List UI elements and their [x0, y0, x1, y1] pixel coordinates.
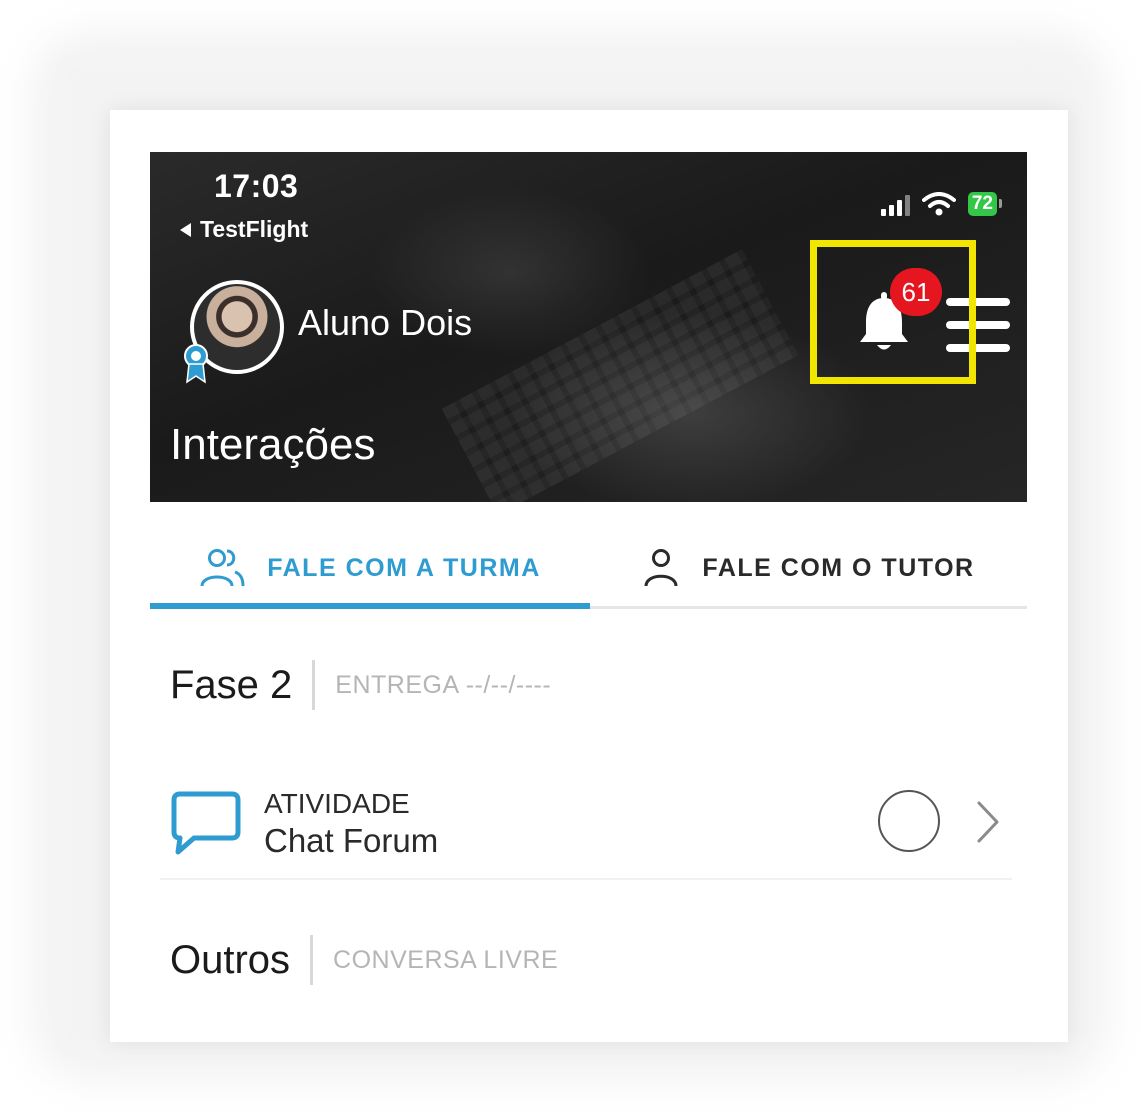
- page-title: Interações: [170, 420, 376, 469]
- chevron-right-icon: [977, 801, 999, 843]
- section-subtitle: CONVERSA LIVRE: [333, 945, 559, 974]
- section-header-fase-2: Fase 2 ENTREGA --/--/----: [170, 660, 551, 710]
- activity-item-chat-forum[interactable]: ATIVIDADE Chat Forum: [160, 770, 1012, 880]
- cellular-signal-icon: [880, 194, 910, 216]
- activity-type-label: ATIVIDADE: [264, 788, 410, 819]
- back-to-app-link[interactable]: TestFlight: [180, 216, 308, 243]
- completion-status-circle: [878, 790, 940, 852]
- wifi-icon: [921, 192, 956, 216]
- back-app-label: TestFlight: [200, 216, 309, 242]
- activity-name: Chat Forum: [264, 822, 439, 859]
- section-title: Outros: [170, 937, 291, 982]
- section-divider: [310, 935, 314, 985]
- app-header: 17:03 TestFlight 72 Aluno Dois Interaçõe…: [150, 152, 1027, 502]
- person-icon: [644, 549, 678, 587]
- section-title: Fase 2: [170, 662, 293, 707]
- chat-bubble-icon: [171, 791, 241, 855]
- group-icon: [200, 549, 245, 587]
- user-name: Aluno Dois: [298, 302, 473, 343]
- highlight-box: [810, 240, 976, 384]
- active-tab-indicator: [150, 603, 590, 609]
- section-divider: [312, 660, 316, 710]
- tab-bar: FALE COM A TURMA FALE COM O TUTOR: [150, 530, 1027, 609]
- back-arrow-icon: [180, 222, 191, 237]
- tab-turma-label: FALE COM A TURMA: [267, 553, 541, 582]
- status-icons: 72: [880, 192, 1003, 216]
- tab-fale-com-a-turma[interactable]: FALE COM A TURMA: [150, 530, 590, 606]
- battery-icon: 72: [967, 192, 1003, 216]
- battery-level: 72: [971, 193, 993, 214]
- award-ribbon-icon: [184, 344, 208, 384]
- status-time: 17:03: [214, 168, 299, 204]
- tab-fale-com-o-tutor[interactable]: FALE COM O TUTOR: [590, 530, 1027, 606]
- section-subtitle: ENTREGA --/--/----: [335, 670, 552, 699]
- background-image: [441, 249, 799, 502]
- tab-tutor-label: FALE COM O TUTOR: [702, 553, 975, 582]
- section-header-outros: Outros CONVERSA LIVRE: [170, 935, 558, 985]
